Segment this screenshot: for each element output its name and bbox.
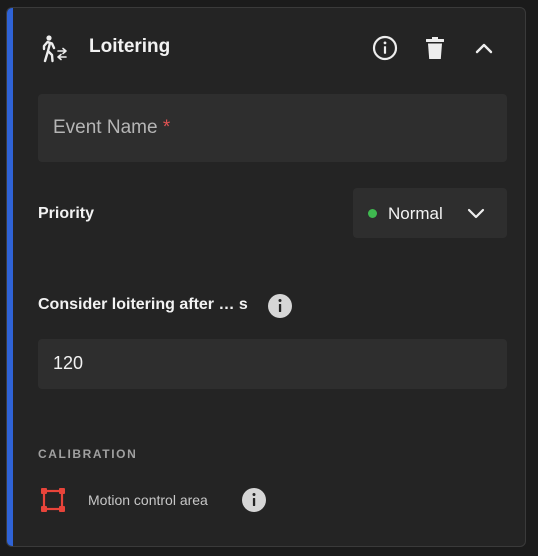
event-name-field[interactable]: Event Name * <box>38 94 507 162</box>
chevron-up-icon <box>475 43 493 54</box>
panel-title: Loitering <box>89 36 171 57</box>
polygon-area-icon[interactable] <box>40 487 66 513</box>
card-header: Loitering <box>7 8 525 88</box>
chevron-down-icon <box>467 208 485 219</box>
loitering-threshold-input[interactable]: 120 <box>38 339 507 389</box>
card-accent-bar <box>7 8 13 546</box>
info-icon[interactable] <box>267 293 293 319</box>
delete-icon <box>426 37 444 59</box>
calibration-heading: CALIBRATION <box>38 447 138 461</box>
priority-label: Priority <box>38 205 95 222</box>
info-button[interactable] <box>371 34 399 62</box>
priority-status-dot <box>368 209 377 218</box>
motion-control-area-label[interactable]: Motion control area <box>88 492 208 508</box>
priority-select[interactable]: Normal <box>353 188 507 238</box>
event-name-placeholder: Event Name * <box>53 117 171 138</box>
info-icon[interactable] <box>241 487 267 513</box>
walking-person-icon <box>42 35 67 63</box>
info-icon <box>372 35 398 61</box>
required-marker: * <box>162 117 171 138</box>
collapse-button[interactable] <box>470 34 498 62</box>
loitering-threshold-label: Consider loitering after … s <box>38 296 248 313</box>
loitering-event-card: Loitering Event Name * Priority Normal C… <box>6 7 526 547</box>
delete-button[interactable] <box>421 34 449 62</box>
loitering-threshold-value: 120 <box>53 353 84 373</box>
priority-value: Normal <box>388 204 443 223</box>
